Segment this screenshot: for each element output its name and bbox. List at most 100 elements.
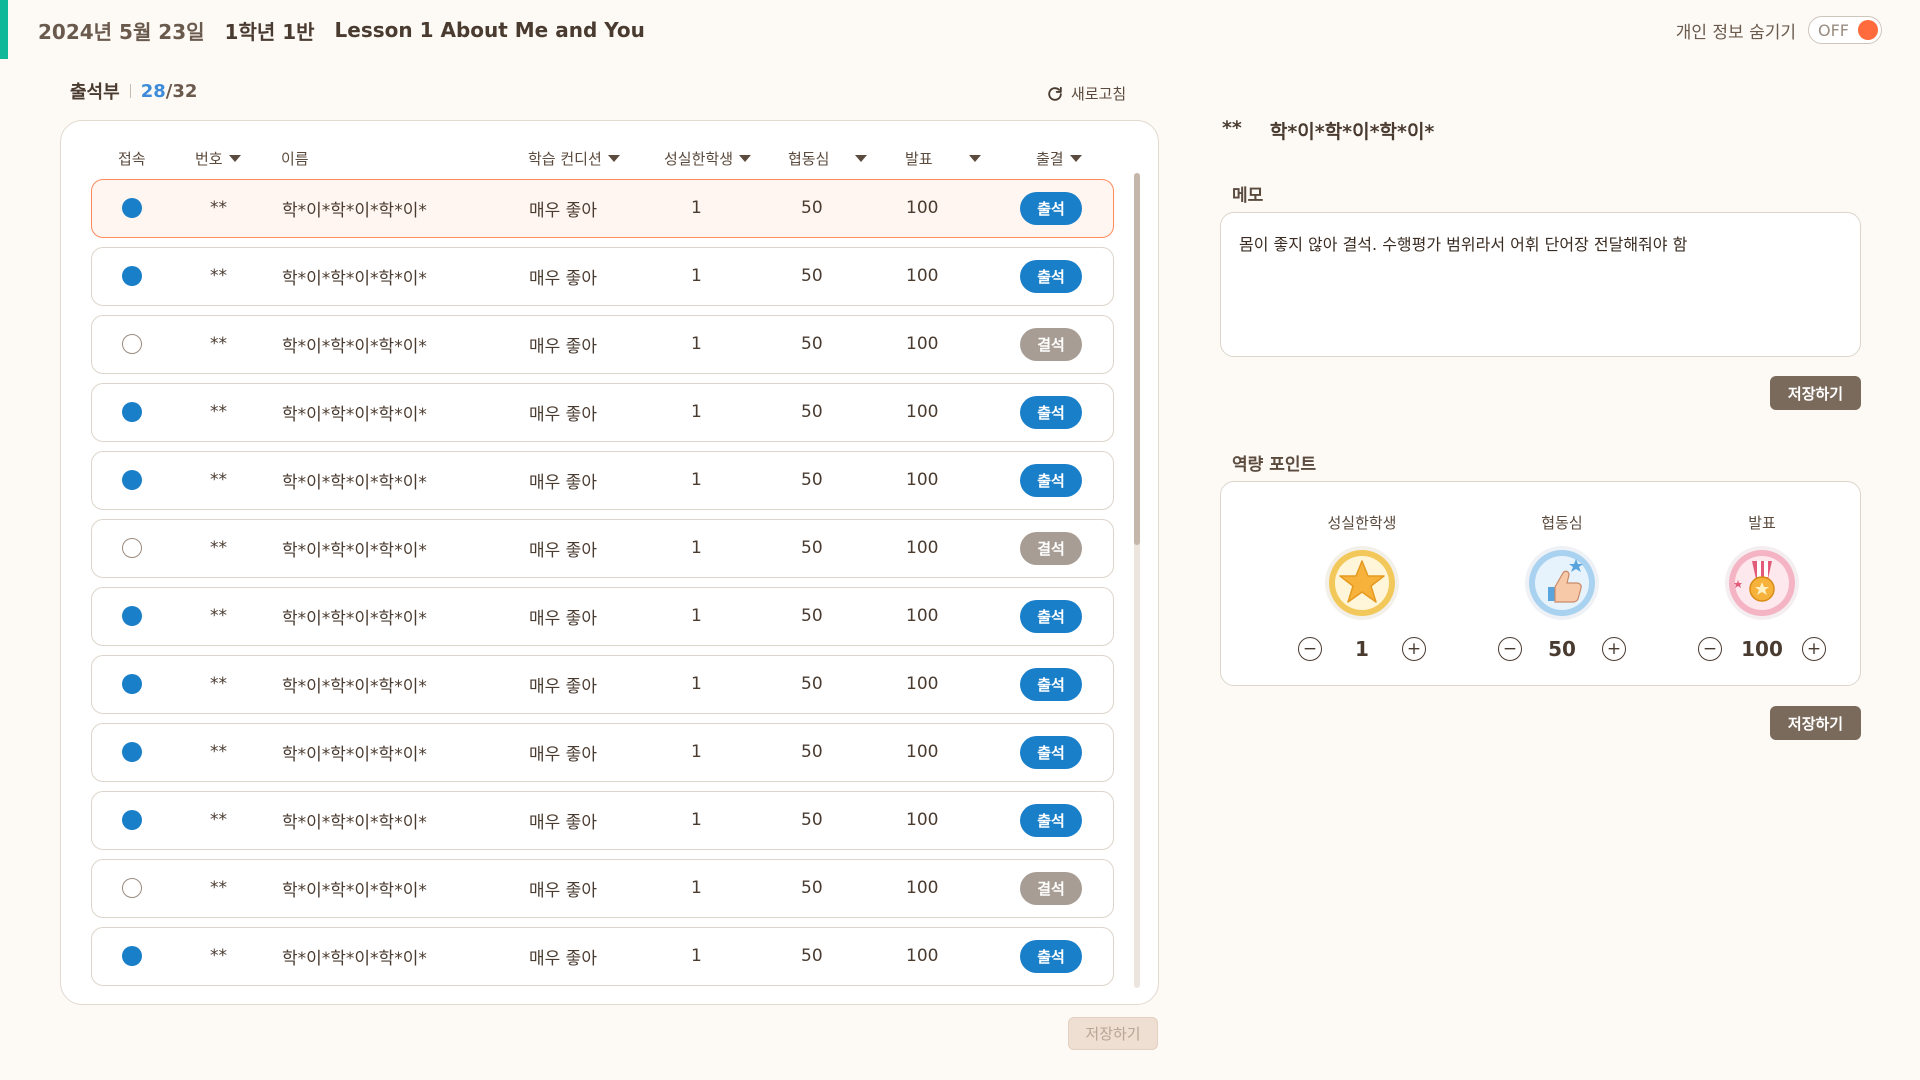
- competency-presentation: 발표 − 100 +: [1662, 512, 1862, 661]
- status-cell: 출석: [1020, 384, 1082, 440]
- attendance-status-badge[interactable]: 출석: [1020, 191, 1082, 225]
- table-row[interactable]: ** 학*이*학*이*학*이* 매우 좋아 1 50 100 출석: [91, 587, 1114, 646]
- privacy-toggle[interactable]: OFF: [1808, 16, 1882, 44]
- connection-indicator: [122, 792, 142, 848]
- attendance-status-badge[interactable]: 결석: [1020, 327, 1082, 361]
- col-condition[interactable]: 학습 컨디션: [528, 143, 620, 173]
- decrement-button[interactable]: −: [1498, 637, 1522, 661]
- condition-value: 매우 좋아: [529, 744, 597, 765]
- table-row[interactable]: ** 학*이*학*이*학*이* 매우 좋아 1 50 100 출석: [91, 791, 1114, 850]
- table-row[interactable]: ** 학*이*학*이*학*이* 매우 좋아 1 50 100 결석: [91, 859, 1114, 918]
- condition-value: 매우 좋아: [529, 540, 597, 561]
- accent-bar: [0, 0, 8, 59]
- diligent-value-cell: 1: [691, 180, 702, 236]
- student-name: 학*이*학*이*학*이*: [282, 676, 427, 697]
- table-row[interactable]: ** 학*이*학*이*학*이* 매우 좋아 1 50 100 결석: [91, 519, 1114, 578]
- condition-value-cell: 매우 좋아: [529, 384, 597, 440]
- col-number[interactable]: 번호: [195, 143, 241, 173]
- col-status[interactable]: 출결: [1036, 143, 1082, 173]
- attendance-status-badge[interactable]: 결석: [1020, 531, 1082, 565]
- student-number: **: [210, 742, 227, 762]
- teamwork-value-cell: 50: [801, 656, 823, 712]
- presentation-value: 100: [906, 674, 939, 694]
- offline-dot-icon: [122, 334, 142, 354]
- attendance-status-badge[interactable]: 출석: [1020, 803, 1082, 837]
- student-name-cell: 학*이*학*이*학*이*: [282, 588, 427, 644]
- teamwork-value: 50: [801, 266, 823, 286]
- scrollbar-thumb[interactable]: [1134, 173, 1140, 545]
- student-name: 학*이*학*이*학*이*: [282, 404, 427, 425]
- competency-name: 협동심: [1541, 514, 1583, 532]
- table-row[interactable]: ** 학*이*학*이*학*이* 매우 좋아 1 50 100 출석: [91, 179, 1114, 238]
- online-dot-icon: [122, 266, 142, 286]
- diligent-value-cell: 1: [691, 588, 702, 644]
- competency-name: 발표: [1748, 514, 1776, 532]
- teamwork-value: 50: [801, 878, 823, 898]
- competency-save-button[interactable]: 저장하기: [1770, 706, 1861, 740]
- table-row[interactable]: ** 학*이*학*이*학*이* 매우 좋아 1 50 100 출석: [91, 927, 1114, 986]
- diligent-value-cell: 1: [691, 520, 702, 576]
- condition-value-cell: 매우 좋아: [529, 928, 597, 984]
- refresh-button[interactable]: 새로고침: [1045, 83, 1126, 104]
- teamwork-value-cell: 50: [801, 452, 823, 508]
- attendance-save-button[interactable]: 저장하기: [1068, 1017, 1158, 1050]
- attendance-status-badge[interactable]: 출석: [1020, 599, 1082, 633]
- teamwork-value-cell: 50: [801, 792, 823, 848]
- top-bar: 2024년 5월 23일 1학년 1반 Lesson 1 About Me an…: [38, 15, 645, 45]
- diligent-value-cell: 1: [691, 724, 702, 780]
- table-row[interactable]: ** 학*이*학*이*학*이* 매우 좋아 1 50 100 출석: [91, 451, 1114, 510]
- student-name: 학*이*학*이*학*이*: [282, 744, 427, 765]
- teamwork-value: 50: [801, 606, 823, 626]
- presentation-value-cell: 100: [906, 520, 938, 576]
- decrement-button[interactable]: −: [1698, 637, 1722, 661]
- student-number-cell: **: [210, 384, 227, 440]
- presentation-value: 100: [906, 878, 939, 898]
- toggle-state: OFF: [1818, 21, 1849, 40]
- teamwork-value: 50: [801, 810, 823, 830]
- increment-button[interactable]: +: [1402, 637, 1426, 661]
- attendance-table: 접속 번호 이름 학습 컨디션 성실한학생 협동심 발표 출결 ** 학*이*학*…: [60, 120, 1159, 1005]
- student-number: **: [210, 810, 227, 830]
- attendance-status-badge[interactable]: 결석: [1020, 871, 1082, 905]
- table-row[interactable]: ** 학*이*학*이*학*이* 매우 좋아 1 50 100 출석: [91, 383, 1114, 442]
- table-row[interactable]: ** 학*이*학*이*학*이* 매우 좋아 1 50 100 출석: [91, 247, 1114, 306]
- teamwork-value-cell: 50: [801, 724, 823, 780]
- student-name-cell: 학*이*학*이*학*이*: [282, 792, 427, 848]
- increment-button[interactable]: +: [1602, 637, 1626, 661]
- col-presentation[interactable]: 발표: [905, 143, 981, 173]
- increment-button[interactable]: +: [1802, 637, 1826, 661]
- presentation-value-cell: 100: [906, 588, 938, 644]
- competency-panel: 성실한학생 − 1 + 협동심 − 50 + 발표 − 100 +: [1220, 481, 1861, 686]
- attendance-status-badge[interactable]: 출석: [1020, 735, 1082, 769]
- table-row[interactable]: ** 학*이*학*이*학*이* 매우 좋아 1 50 100 출석: [91, 655, 1114, 714]
- attendance-status-badge[interactable]: 출석: [1020, 259, 1082, 293]
- col-teamwork[interactable]: 협동심: [788, 143, 868, 173]
- diligent-value: 1: [691, 674, 702, 694]
- online-dot-icon: [122, 470, 142, 490]
- condition-value: 매우 좋아: [529, 336, 597, 357]
- presentation-value: 100: [906, 742, 939, 762]
- online-dot-icon: [122, 742, 142, 762]
- competency-value: 100: [1741, 637, 1783, 661]
- decrement-button[interactable]: −: [1298, 637, 1322, 661]
- lesson-title: Lesson 1 About Me and You: [334, 18, 645, 42]
- student-number-cell: **: [210, 792, 227, 848]
- table-row[interactable]: ** 학*이*학*이*학*이* 매우 좋아 1 50 100 결석: [91, 315, 1114, 374]
- memo-save-button[interactable]: 저장하기: [1770, 376, 1861, 410]
- col-diligent[interactable]: 성실한학생: [664, 143, 752, 173]
- memo-label: 메모: [1232, 186, 1264, 206]
- presentation-value-cell: 100: [906, 860, 938, 916]
- diligent-value: 1: [691, 878, 702, 898]
- online-dot-icon: [122, 606, 142, 626]
- memo-textarea[interactable]: 몸이 좋지 않아 결석. 수행평가 범위라서 어휘 단어장 전달해줘야 함: [1220, 212, 1861, 357]
- attendance-status-badge[interactable]: 출석: [1020, 395, 1082, 429]
- attendance-status-badge[interactable]: 출석: [1020, 939, 1082, 973]
- attendance-status-badge[interactable]: 출석: [1020, 667, 1082, 701]
- table-row[interactable]: ** 학*이*학*이*학*이* 매우 좋아 1 50 100 출석: [91, 723, 1114, 782]
- status-cell: 출석: [1020, 248, 1082, 304]
- student-number-cell: **: [210, 316, 227, 372]
- student-name: 학*이*학*이*학*이*: [282, 268, 427, 289]
- diligent-value-cell: 1: [691, 792, 702, 848]
- selected-student: ** 학*이*학*이*학*이*: [1222, 117, 1434, 144]
- attendance-status-badge[interactable]: 출석: [1020, 463, 1082, 497]
